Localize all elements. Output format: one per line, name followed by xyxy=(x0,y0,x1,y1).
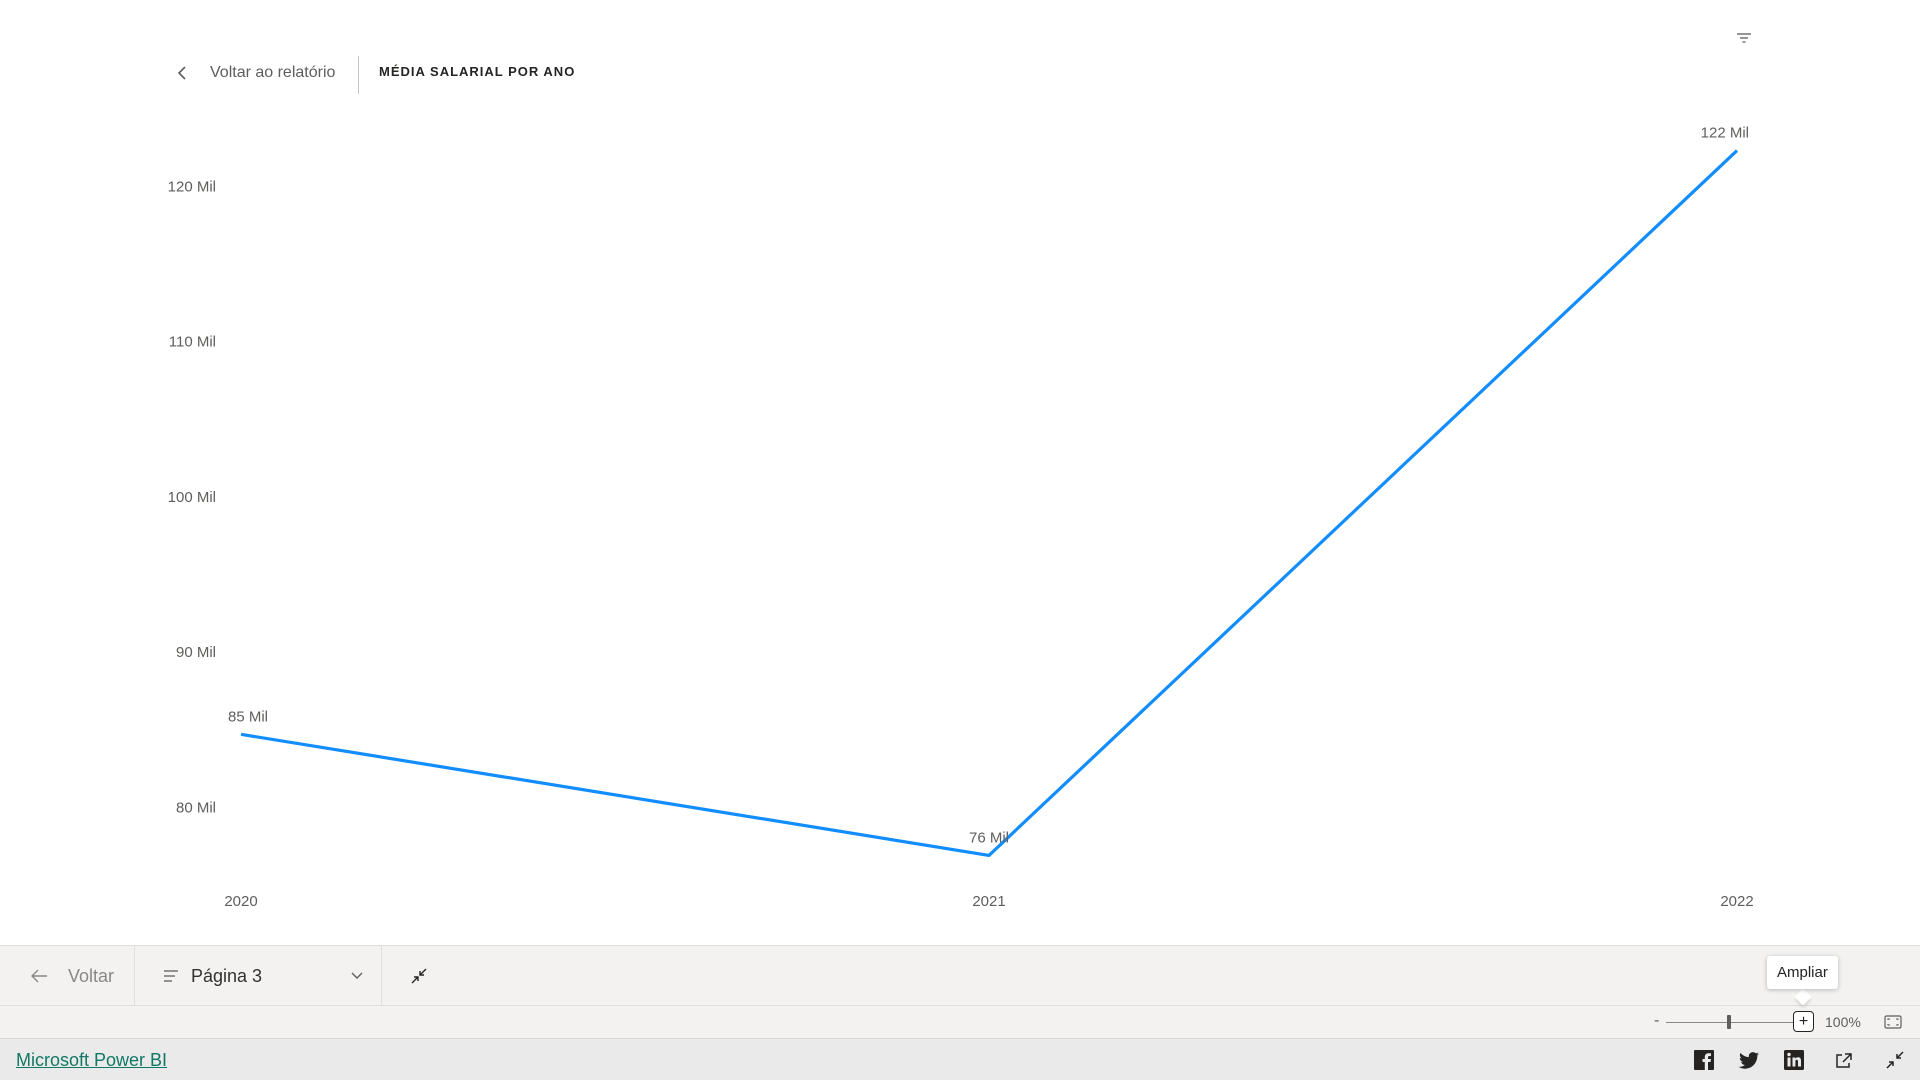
page-list-icon xyxy=(164,970,178,982)
exit-fullscreen-icon[interactable] xyxy=(1884,1049,1906,1071)
zoom-slider-track[interactable] xyxy=(1666,1022,1796,1023)
zoom-bar: - + 100% xyxy=(0,1005,1920,1038)
zoom-in-button[interactable]: + xyxy=(1793,1011,1814,1032)
exit-focus-mode-icon[interactable] xyxy=(408,965,430,987)
x-axis-tick-label: 2022 xyxy=(1720,893,1753,910)
footer-bar: Microsoft Power BI xyxy=(0,1038,1920,1080)
series-line xyxy=(240,149,1739,858)
nav-back-label: Voltar xyxy=(68,965,115,986)
y-axis-tick-label: 120 Mil xyxy=(168,178,216,195)
y-axis-tick-label: 110 Mil xyxy=(169,334,216,351)
zoom-percent: 100% xyxy=(1825,1014,1861,1030)
data-label: 76 Mil xyxy=(969,829,1009,846)
data-label: 122 Mil xyxy=(1701,125,1749,142)
y-axis-tick-label: 80 Mil xyxy=(176,799,216,816)
chevron-down-icon xyxy=(351,972,363,979)
y-axis-tick-label: 100 Mil xyxy=(168,489,216,506)
line-chart: 80 Mil 90 Mil 100 Mil 110 Mil 120 Mil 2020 202… xyxy=(168,125,1754,910)
current-page-label: Página 3 xyxy=(191,965,263,986)
x-axis-tick-label: 2021 xyxy=(972,893,1005,910)
zoom-out-button[interactable]: - xyxy=(1654,1012,1659,1030)
share-icon[interactable] xyxy=(1833,1049,1855,1071)
zoom-in-tooltip: Ampliar xyxy=(1767,956,1838,989)
arrow-left-icon xyxy=(31,969,47,983)
report-viewer: Voltar ao relatório MÉDIA SALARIAL POR A… xyxy=(0,0,1920,1080)
nav-back-button[interactable]: Voltar xyxy=(0,946,135,1006)
fit-to-page-icon[interactable] xyxy=(1884,1014,1902,1030)
y-axis-tick-label: 90 Mil xyxy=(176,644,216,661)
linkedin-icon[interactable] xyxy=(1783,1049,1805,1071)
x-axis-tick-label: 2020 xyxy=(224,893,257,910)
power-bi-link[interactable]: Microsoft Power BI xyxy=(16,1050,167,1071)
data-label: 85 Mil xyxy=(228,708,268,725)
page-navigation-bar: Voltar Página 3 xyxy=(0,945,1920,1006)
page-selector-dropdown[interactable]: Página 3 xyxy=(135,946,382,1006)
zoom-slider-thumb[interactable] xyxy=(1727,1015,1731,1029)
twitter-icon[interactable] xyxy=(1738,1049,1760,1071)
facebook-icon[interactable] xyxy=(1693,1049,1715,1071)
